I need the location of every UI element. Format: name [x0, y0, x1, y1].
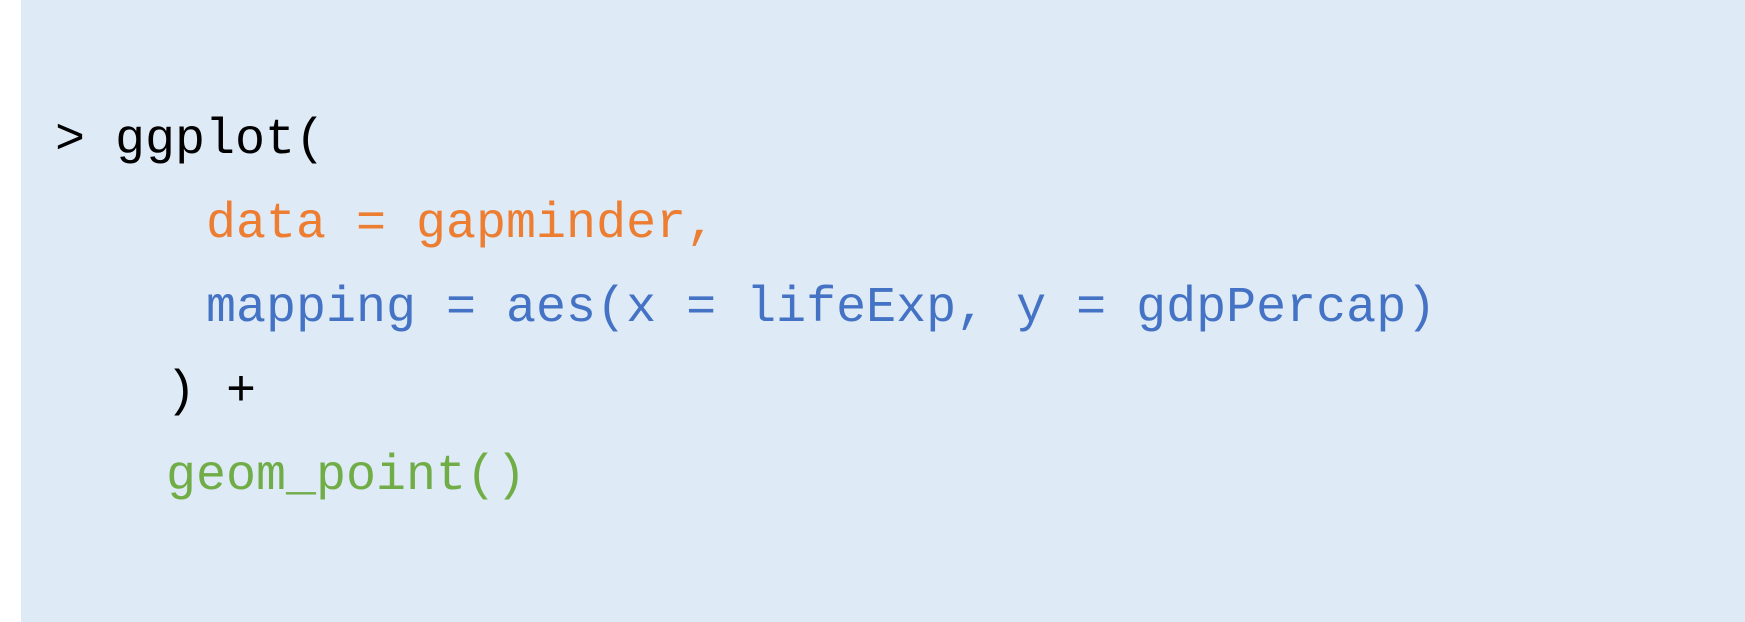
code-line-data-argument: data = gapminder,	[206, 196, 717, 253]
code-line-geom-point: geom_point()	[166, 448, 527, 505]
code-block: > ggplot( data = gapminder, mapping = ae…	[21, 0, 1745, 622]
code-line-closing-paren: ) +	[166, 364, 257, 421]
code-line-ggplot-call: > ggplot(	[55, 112, 326, 169]
code-line-mapping-argument: mapping = aes(x = lifeExp, y = gdpPercap…	[206, 280, 1437, 337]
